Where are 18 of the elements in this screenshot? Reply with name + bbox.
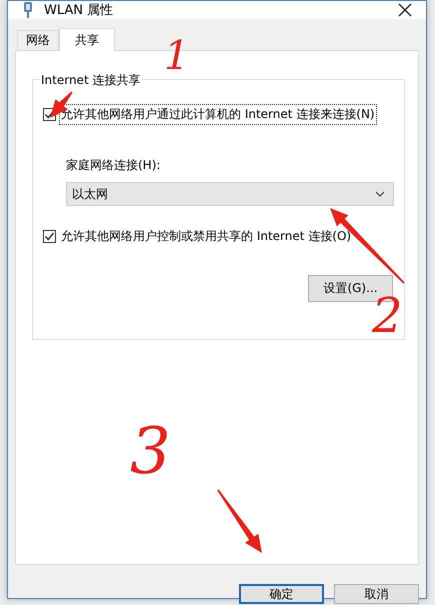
- annotation-number: 3: [130, 420, 171, 484]
- connection-dropdown[interactable]: 以太网: [66, 182, 394, 206]
- checkbox[interactable]: [43, 230, 56, 243]
- ok-button[interactable]: 确定: [239, 584, 324, 604]
- window-title: WLAN 属性: [44, 2, 114, 19]
- tab[interactable]: 网络: [17, 30, 59, 50]
- chevron-icon: [375, 191, 385, 197]
- close-icon[interactable]: [398, 3, 412, 17]
- annotation-arrow: [48, 90, 74, 120]
- annotation-number: 1: [164, 36, 190, 76]
- group-title: Internet 连接共享: [39, 72, 142, 89]
- tab[interactable]: 共享: [59, 28, 115, 51]
- checkbox-label[interactable]: 允许其他网络用户控制或禁用共享的 Internet 连接(O): [59, 226, 354, 247]
- dropdown-value: 以太网: [72, 186, 108, 202]
- network-adapter-icon: [22, 1, 34, 19]
- field-label: 家庭网络连接(H):: [66, 157, 162, 174]
- cancel-button[interactable]: 取消: [334, 584, 419, 604]
- annotation-arrow: [216, 488, 264, 555]
